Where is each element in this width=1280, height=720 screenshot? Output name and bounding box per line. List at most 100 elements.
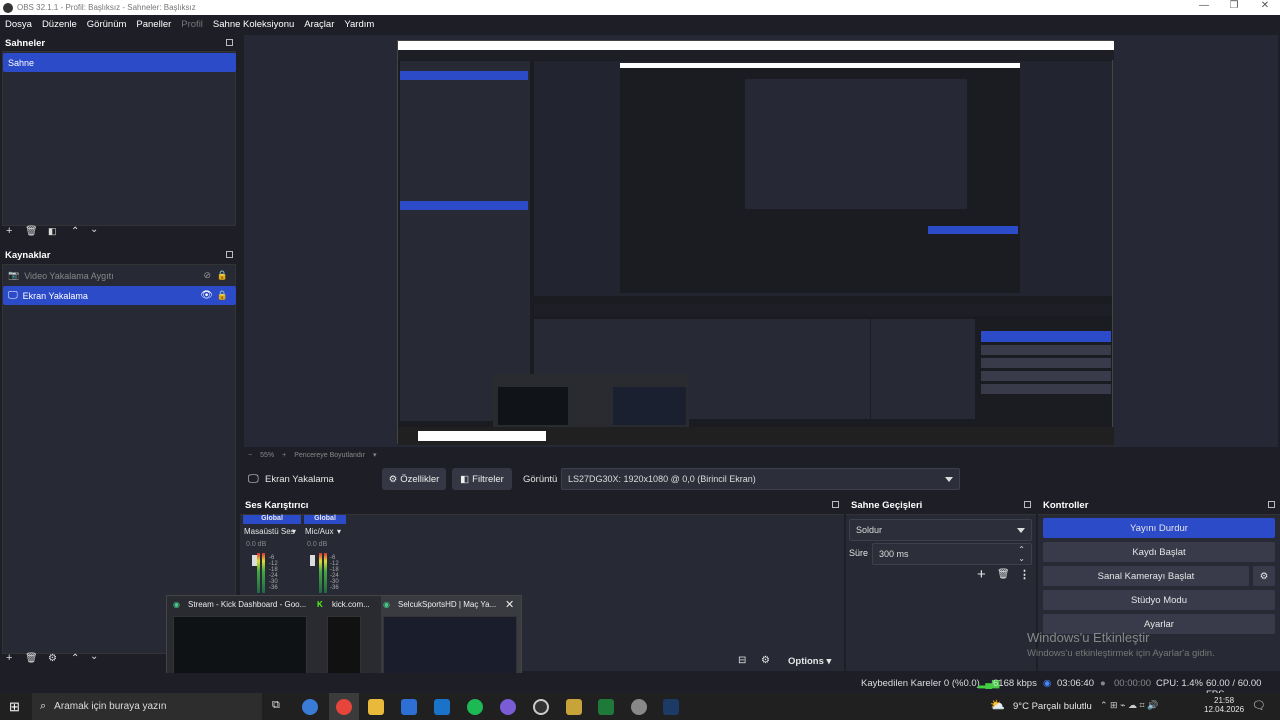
clock-date: 12.04.2026 — [1204, 705, 1245, 714]
source-toolbar: 🖵 Ekran Yakalama ⚙ Özellikler ◧ Filtreler … — [240, 465, 1280, 493]
windows-start-icon[interactable]: ⊞ — [9, 699, 20, 715]
search-placeholder: Aramak için buraya yazın — [54, 701, 167, 712]
chevron-down-icon[interactable]: ▾ — [373, 451, 377, 459]
add-transition-icon[interactable]: + — [977, 566, 986, 583]
stop-streaming-button[interactable]: Yayını Durdur — [1043, 518, 1275, 538]
transition-select[interactable]: Soldur — [849, 519, 1032, 541]
move-up-icon[interactable]: ⌃ — [71, 226, 79, 237]
options-button[interactable]: Options ▾ — [788, 656, 831, 667]
undock-icon[interactable] — [226, 251, 233, 258]
steam-icon[interactable] — [663, 699, 679, 715]
move-down-icon[interactable]: ⌄ — [90, 224, 98, 235]
maximize-button[interactable]: ❐ — [1219, 0, 1249, 11]
volume-meter — [262, 553, 265, 593]
duration-label: Süre — [849, 548, 869, 558]
volume-slider[interactable] — [252, 555, 257, 566]
left-dock: Sahneler Sahne + 🗑 ◧ ⌃ ⌄ Kaynaklar 📷 Vid… — [0, 33, 238, 673]
undock-icon[interactable] — [832, 501, 839, 508]
menu-profile[interactable]: Profil — [176, 19, 208, 30]
notification-icon[interactable]: 🗨 — [1252, 699, 1266, 712]
studio-mode-button[interactable]: Stüdyo Modu — [1043, 590, 1275, 610]
camera-icon: 📷 — [8, 270, 20, 280]
undock-icon[interactable] — [226, 39, 233, 46]
scene-filters-icon[interactable]: ◧ — [48, 226, 57, 237]
menu-scene-collection[interactable]: Sahne Koleksiyonu — [208, 19, 299, 30]
source-settings-icon[interactable]: ⚙ — [48, 653, 57, 664]
menu-tools[interactable]: Araçlar — [299, 19, 339, 30]
close-icon[interactable]: ✕ — [505, 598, 514, 611]
more-menu-icon[interactable]: ⋮ — [1019, 568, 1030, 581]
bitrate: 6168 kbps — [993, 678, 1037, 689]
menu-file[interactable]: Dosya — [0, 19, 37, 30]
volume-slider[interactable] — [310, 555, 315, 566]
channel-name: Mic/Aux — [305, 527, 334, 536]
virtual-camera-settings-button[interactable]: ⚙ — [1253, 566, 1275, 586]
filters-button[interactable]: ◧ Filtreler — [452, 468, 512, 490]
display-select[interactable]: LS27DG30X: 1920x1080 @ 0,0 (Birincil Ekr… — [561, 468, 960, 490]
minimize-button[interactable]: — — [1189, 0, 1219, 11]
app-icon[interactable] — [566, 699, 582, 715]
zoom-in-button[interactable]: + — [282, 452, 286, 459]
tray-icons[interactable]: ⌃ ⊞ ⌁ ☁ ⌗ 🔊 — [1100, 700, 1158, 711]
activation-watermark-title: Windows'u Etkinleştir — [1027, 630, 1150, 645]
channel-db: 0.0 dB — [307, 541, 328, 548]
hidden-eye-icon[interactable]: ⊘ — [203, 270, 211, 281]
obs-icon[interactable] — [533, 699, 549, 715]
undock-icon[interactable] — [1024, 501, 1031, 508]
add-source-icon[interactable]: + — [6, 652, 12, 664]
task-view-icon[interactable]: ⧉ — [272, 699, 280, 712]
activation-watermark-text: Windows'u etkinleştirmek için Ayarlar'a … — [1027, 648, 1215, 659]
lock-icon[interactable]: 🔒 — [217, 290, 228, 301]
chevron-down-icon — [945, 477, 953, 482]
copilot-icon[interactable] — [302, 699, 318, 715]
file-explorer-icon[interactable] — [368, 699, 384, 715]
menu-view[interactable]: Görünüm — [82, 19, 132, 30]
mail-icon[interactable] — [434, 699, 450, 715]
meter-scale: -6 -12 -18 -24 -30 -36 — [330, 555, 339, 591]
window-title: OBS 32.1.1 - Profil: Başlıksız - Sahnele… — [17, 3, 196, 12]
discord-icon[interactable] — [500, 699, 516, 715]
tick: -36 — [330, 585, 339, 591]
zoom-out-button[interactable]: − — [248, 452, 252, 459]
duration-spinbox[interactable]: 300 ms ⌃ ⌄ — [872, 543, 1032, 565]
properties-button[interactable]: ⚙ Özellikler — [382, 468, 446, 490]
stepper-arrows-icon[interactable]: ⌃ ⌄ — [1018, 545, 1025, 563]
undock-icon[interactable] — [1268, 501, 1275, 508]
status-bar: Kaybedilen Kareler 0 (%0.0) ▂▄▆ 6168 kbp… — [0, 673, 1280, 700]
remove-source-icon[interactable]: 🗑 — [25, 653, 38, 664]
clock-time: 21:58 — [1214, 696, 1235, 705]
menu-edit[interactable]: Düzenle — [37, 19, 82, 30]
remove-scene-icon[interactable]: 🗑 — [25, 226, 38, 237]
source-item[interactable]: 📷 Video Yakalama Aygıtı ⊘ 🔒 — [3, 266, 236, 285]
search-icon: ⌕ — [40, 700, 47, 712]
spotify-icon[interactable] — [467, 699, 483, 715]
scene-item[interactable]: Sahne — [3, 53, 236, 72]
nvidia-icon[interactable] — [598, 699, 614, 715]
start-recording-button[interactable]: Kaydı Başlat — [1043, 542, 1275, 562]
weather-text[interactable]: 9°C Parçalı bulutlu — [1013, 701, 1092, 712]
menu-help[interactable]: Yardım — [339, 19, 379, 30]
move-up-icon[interactable]: ⌃ — [71, 653, 79, 664]
source-item[interactable]: 🖵 Ekran Yakalama 👁 🔒 — [3, 286, 236, 305]
close-button[interactable]: ✕ — [1250, 0, 1280, 11]
move-down-icon[interactable]: ⌄ — [90, 651, 98, 662]
chevron-down-icon[interactable]: ▾ — [292, 527, 296, 536]
chrome-icon[interactable] — [336, 699, 352, 715]
layout-toggle-icon[interactable]: ⊟ — [738, 655, 746, 666]
fit-to-window-button[interactable]: Pencereye Boyutlandır — [294, 452, 365, 459]
start-virtual-camera-button[interactable]: Sanal Kamerayı Başlat — [1043, 566, 1249, 586]
menu-docks[interactable]: Paneller — [131, 19, 176, 30]
store-icon[interactable] — [401, 699, 417, 715]
add-scene-icon[interactable]: + — [6, 225, 12, 237]
weather-icon: ⛅ — [990, 698, 1005, 712]
lock-icon[interactable]: 🔒 — [217, 270, 228, 281]
advanced-audio-icon[interactable]: ⚙ — [761, 655, 770, 666]
sources-header: Kaynaklar — [0, 246, 238, 264]
source-label: Ekran Yakalama — [22, 290, 88, 301]
chevron-down-icon[interactable]: ▾ — [337, 527, 341, 536]
app-icon[interactable] — [631, 699, 647, 715]
taskbar-search[interactable]: ⌕ Aramak için buraya yazın — [32, 693, 262, 720]
remove-transition-icon[interactable]: 🗑 — [997, 569, 1010, 580]
clock[interactable]: 21:58 12.04.2026 — [1204, 696, 1244, 714]
eye-icon[interactable]: 👁 — [200, 290, 213, 301]
